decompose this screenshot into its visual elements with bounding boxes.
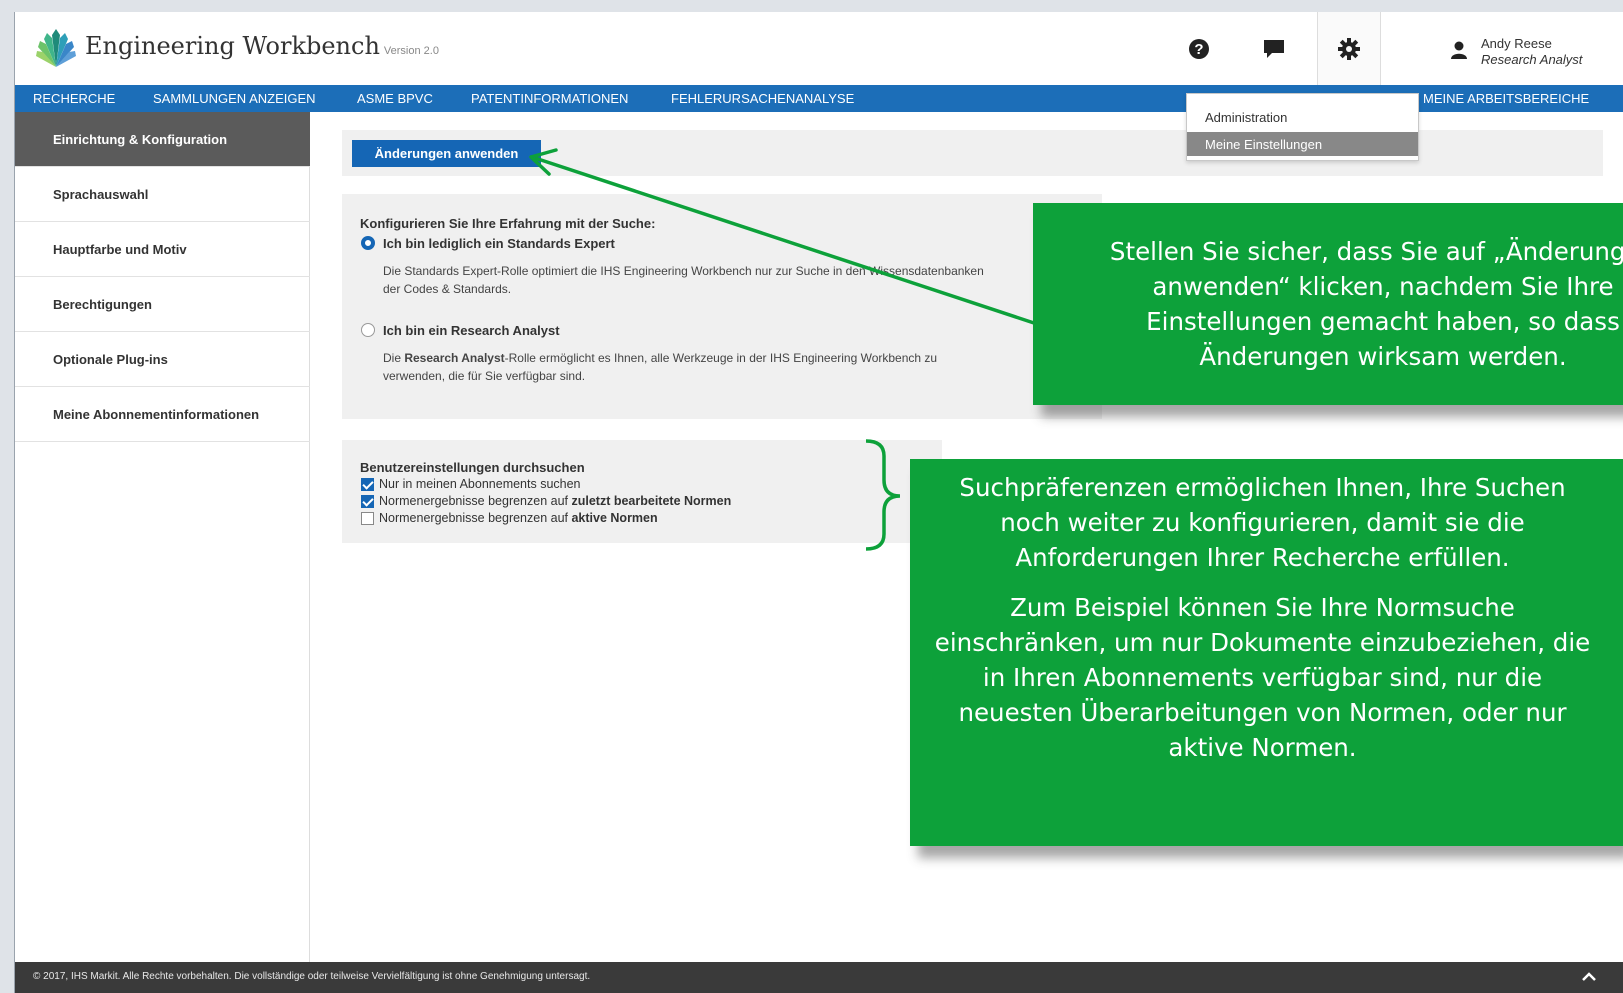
menu-item-my-settings[interactable]: Meine Einstellungen: [1187, 132, 1418, 156]
subscriptions-only-checkbox[interactable]: [361, 478, 374, 491]
subscriptions-only-label[interactable]: Nur in meinen Abonnements suchen: [379, 477, 581, 491]
active-standards-text: Normenergebnisse begrenzen auf: [379, 511, 572, 525]
search-experience-panel: Konfigurieren Sie Ihre Erfahrung mit der…: [342, 194, 1102, 419]
recent-standards-bold: zuletzt bearbeitete Normen: [571, 494, 732, 508]
search-prefs-callout-p1: Suchpräferenzen ermöglichen Ihnen, Ihre …: [959, 473, 1566, 572]
person-icon: [1451, 41, 1467, 59]
help-button[interactable]: ?: [1167, 12, 1231, 85]
settings-sidebar: Einrichtung & Konfiguration Sprachauswah…: [15, 112, 310, 962]
recent-standards-text: Normenergebnisse begrenzen auf: [379, 494, 572, 508]
subscriptions-only-text: Nur in meinen Abonnements suchen: [379, 477, 581, 491]
research-analyst-desc-pre: Die: [383, 351, 405, 365]
standards-expert-desc-line1: Die Standards Expert-Rolle optimiert die…: [383, 264, 984, 278]
screenshot-frame: Engineering Workbench Version 2.0 ? Andy…: [0, 0, 1623, 993]
standards-expert-label[interactable]: Ich bin lediglich ein Standards Expert: [383, 236, 615, 251]
nav-item-patente[interactable]: PATENTINFORMATIONEN: [471, 91, 628, 106]
user-role: Research Analyst: [1481, 52, 1583, 67]
research-analyst-desc: Die Research Analyst-Rolle ermöglicht es…: [383, 349, 1083, 385]
sidebar-item-setup[interactable]: Einrichtung & Konfiguration: [15, 112, 310, 167]
sidebar-item-theme[interactable]: Hauptfarbe und Motiv: [15, 222, 310, 277]
app-brand[interactable]: Engineering Workbench Version 2.0: [85, 32, 439, 60]
gear-icon: [1338, 37, 1360, 60]
standards-expert-desc: Die Standards Expert-Rolle optimiert die…: [383, 262, 1103, 298]
user-name: Andy Reese: [1481, 36, 1552, 51]
search-prefs-title: Benutzereinstellungen durchsuchen: [360, 460, 585, 475]
settings-dropdown: Administration Meine Einstellungen: [1186, 93, 1419, 161]
nav-item-fehlerursachen[interactable]: FEHLERURSACHENANALYSE: [671, 91, 854, 106]
apply-changes-callout-text: Stellen Sie sicher, dass Sie auf „Änderu…: [1109, 237, 1623, 371]
chevron-up-icon[interactable]: [1581, 969, 1597, 985]
recent-standards-label[interactable]: Normenergebnisse begrenzen auf zuletzt b…: [379, 494, 731, 508]
search-prefs-callout: Suchpräferenzen ermöglichen Ihnen, Ihre …: [910, 459, 1623, 846]
standards-expert-desc-line2: der Codes & Standards.: [383, 282, 512, 296]
standards-expert-radio[interactable]: [361, 236, 375, 250]
brand-name: Engineering Workbench: [85, 32, 380, 60]
sidebar-item-language[interactable]: Sprachauswahl: [15, 167, 310, 222]
user-menu[interactable]: Andy Reese Research Analyst: [1449, 36, 1623, 67]
research-analyst-desc-line2: verwenden, die für Sie verfügbar sind.: [383, 369, 586, 383]
logo-icon: [36, 29, 76, 67]
settings-button[interactable]: [1317, 12, 1381, 85]
research-analyst-desc-post: -Rolle ermöglicht es Ihnen, alle Werkzeu…: [504, 351, 938, 365]
app-header: Engineering Workbench Version 2.0 ? Andy…: [15, 12, 1623, 85]
research-analyst-label[interactable]: Ich bin ein Research Analyst: [383, 323, 560, 338]
messages-button[interactable]: [1242, 12, 1306, 85]
experience-title: Konfigurieren Sie Ihre Erfahrung mit der…: [360, 216, 656, 231]
apply-changes-callout: Stellen Sie sicher, dass Sie auf „Änderu…: [1033, 203, 1623, 405]
app-version: Version 2.0: [383, 45, 439, 57]
research-analyst-radio[interactable]: [361, 323, 375, 337]
nav-item-asme[interactable]: ASME BPVC: [357, 91, 433, 106]
recent-standards-checkbox[interactable]: [361, 495, 374, 508]
nav-item-sammlungen[interactable]: SAMMLUNGEN ANZEIGEN: [153, 91, 316, 106]
sidebar-item-subscription[interactable]: Meine Abonnementinformationen: [15, 387, 310, 442]
active-standards-bold: aktive Normen: [571, 511, 658, 525]
search-preferences-panel: Benutzereinstellungen durchsuchen Nur in…: [342, 440, 942, 543]
copyright-text: © 2017, IHS Markit. Alle Rechte vorbehal…: [33, 971, 591, 982]
research-analyst-desc-bold: Research Analyst: [404, 351, 505, 365]
help-icon: ?: [1189, 38, 1209, 59]
nav-item-recherche[interactable]: RECHERCHE: [33, 91, 115, 106]
chat-icon: [1264, 39, 1284, 58]
active-standards-checkbox[interactable]: [361, 512, 374, 525]
page-footer: © 2017, IHS Markit. Alle Rechte vorbehal…: [15, 962, 1623, 993]
sidebar-item-plugins[interactable]: Optionale Plug-ins: [15, 332, 310, 387]
search-prefs-callout-p2: Zum Beispiel können Sie Ihre Normsuche e…: [934, 593, 1591, 762]
svg-text:?: ?: [1194, 41, 1203, 58]
menu-item-administration[interactable]: Administration: [1205, 110, 1287, 125]
sidebar-item-permissions[interactable]: Berechtigungen: [15, 277, 310, 332]
apply-changes-button[interactable]: Änderungen anwenden: [352, 140, 541, 167]
nav-item-arbeitsbereiche[interactable]: MEINE ARBEITSBEREICHE: [1423, 91, 1589, 106]
research-analyst-desc-line1: Die Research Analyst-Rolle ermöglicht es…: [383, 349, 1083, 367]
active-standards-label[interactable]: Normenergebnisse begrenzen auf aktive No…: [379, 511, 658, 525]
